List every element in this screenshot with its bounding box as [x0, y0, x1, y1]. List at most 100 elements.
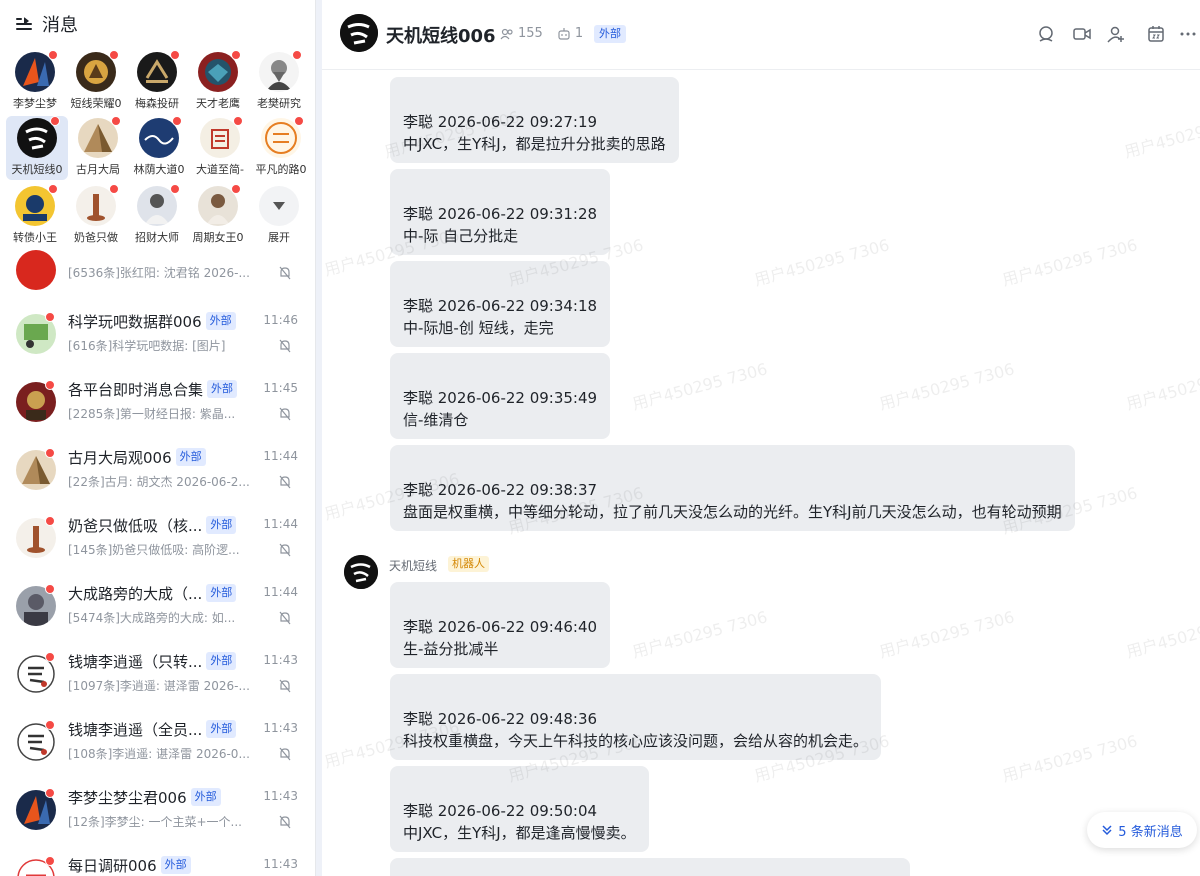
message-text: 盘面是权重横，中等细分轮动，拉了前几天没怎么动的光纤。生Y科J前几天没怎么动，也… — [403, 503, 1062, 521]
pinned-group[interactable]: 奶爸只做 — [65, 184, 127, 248]
pinned-group-label: 转债小王 — [13, 231, 57, 244]
add-member-button[interactable] — [1104, 22, 1128, 46]
chat-time: 11:43 — [263, 789, 298, 803]
pinned-group[interactable]: 平凡的路0 — [250, 116, 312, 180]
bot-count[interactable]: 1 — [557, 26, 583, 41]
pinned-group-label: 梅森投研 — [135, 97, 179, 110]
search-button[interactable] — [1034, 22, 1058, 46]
unread-badge — [45, 448, 55, 458]
pinned-group[interactable]: 李梦尘梦 — [4, 50, 66, 114]
external-tag: 外部 — [206, 516, 237, 534]
pinned-group[interactable]: 招财大师 — [126, 184, 188, 248]
pinned-group[interactable]: 林荫大道0 — [128, 116, 190, 180]
unread-badge — [170, 50, 180, 60]
unread-badge — [48, 184, 58, 194]
pinned-group[interactable]: 古月大局 — [67, 116, 129, 180]
unread-badge — [45, 788, 55, 798]
pinned-group-label: 大道至简- — [196, 163, 244, 176]
mute-icon — [279, 339, 291, 353]
message-text: 中-际 自己分批走 — [403, 227, 519, 245]
pinned-group[interactable]: 老樊研究 — [248, 50, 310, 114]
chat-list-item[interactable]: 李梦尘梦尘君006 外部 11:43 [12条]李梦尘: 一个主菜+一个... — [0, 778, 315, 846]
chat-list-item[interactable]: 科学玩吧数据群006 外部 11:46 [616条]科学玩吧数据: [图片] — [0, 302, 315, 370]
unread-badge — [45, 516, 55, 526]
chat-avatar[interactable] — [340, 14, 378, 52]
pinned-group-label: 周期女王0 — [192, 231, 244, 244]
message-list[interactable]: 用户450295 7306 用户450295 7306 用户450295 730… — [322, 71, 1200, 876]
pinned-group[interactable]: 天才老鹰 — [187, 50, 249, 114]
pinned-group-label: 平凡的路0 — [255, 163, 307, 176]
pinned-group-active[interactable]: 天机短线0 — [6, 116, 68, 180]
expand-pinned-button[interactable]: 展开 — [248, 184, 310, 248]
message-bubble[interactable]: 李聪 2026-06-22 09:46:40 生-益分批减半 — [390, 582, 611, 668]
new-messages-button[interactable]: 5 条新消息 — [1087, 812, 1197, 848]
new-messages-label: 5 条新消息 — [1118, 824, 1183, 840]
chat-time: 11:44 — [263, 449, 298, 463]
chat-preview: [2285条]第一财经日报: 紫晶... — [68, 407, 236, 421]
sidebar-header: 消息 — [0, 0, 315, 48]
pinned-group[interactable]: 大道至简- — [189, 116, 251, 180]
message-timestamp: 李聪 2026-06-22 09:34:18 — [403, 297, 598, 315]
message-text: 中JXC，生Y科J，都是拉升分批卖的思路 — [403, 135, 666, 153]
message-bubble[interactable]: 李聪 2026-06-22 09:50:04 中JXC，生Y科J，都是逢高慢慢卖… — [390, 766, 649, 852]
mute-icon — [279, 611, 291, 625]
message-bubble[interactable]: 李聪 2026-06-22 09:38:37 盘面是权重横，中等细分轮动，拉了前… — [390, 445, 1075, 531]
unread-badge — [50, 116, 60, 126]
video-call-button[interactable] — [1070, 22, 1094, 46]
chat-list-item[interactable]: 每日调研006 外部 11:43 — [0, 846, 315, 876]
pinned-group[interactable]: 周期女王0 — [187, 184, 249, 248]
chat-list-item[interactable]: 钱塘李逍遥（只转... 外部 11:43 [1097条]李逍遥: 谌泽雷 202… — [0, 642, 315, 710]
unread-badge — [45, 652, 55, 662]
chat-preview: [5474条]大成路旁的大成: 如... — [68, 611, 236, 625]
pinned-group-label: 天才老鹰 — [196, 97, 240, 110]
message-text: 科技权重横盘，今天上午科技的核心应该没问题，会给从容的机会走。 — [403, 732, 869, 750]
calendar-button[interactable] — [1144, 22, 1168, 46]
sender-name[interactable]: 天机短线 — [389, 557, 437, 574]
external-tag: 外部 — [205, 312, 236, 330]
pinned-group[interactable]: 短线荣耀0 — [65, 50, 127, 114]
chat-list-item[interactable]: 大成路旁的大成（... 外部 11:44 [5474条]大成路旁的大成: 如..… — [0, 574, 315, 642]
member-count[interactable]: 155 — [500, 26, 543, 41]
chat-title[interactable]: 天机短线006 — [386, 22, 496, 48]
chat-preview: [6536条]张红阳: 沈君铭 2026-... — [68, 266, 250, 280]
chat-avatar — [16, 250, 56, 290]
chat-list-item[interactable]: 各平台即时消息合集 外部 11:45 [2285条]第一财经日报: 紫晶... — [0, 370, 315, 438]
message-bubble[interactable]: 李聪 2026-06-22 09:27:19 中JXC，生Y科J，都是拉升分批卖… — [390, 77, 679, 163]
message-bubble[interactable]: 李聪 2026-06-22 09:35:49 信-维清仓 — [390, 353, 611, 439]
watermark: 用户450295 7306 — [1122, 107, 1200, 162]
message-text: 中JXC，生Y科J，都是逢高慢慢卖。 — [403, 824, 636, 842]
external-tag: 外部 — [175, 448, 206, 466]
sidebar-title: 消息 — [42, 15, 78, 36]
chat-preview: [145条]奶爸只做低吸: 高阶逻... — [68, 543, 240, 557]
unread-badge — [45, 380, 55, 390]
chat-name: 奶爸只做低吸（核... — [68, 516, 203, 535]
chat-list-item[interactable]: 古月大局观006 外部 11:44 [22条]古月: 胡文杰 2026-06-2… — [0, 438, 315, 506]
message-timestamp: 李聪 2026-06-22 09:27:19 — [403, 113, 598, 131]
unread-badge — [45, 584, 55, 594]
chat-list-item[interactable]: 奶爸只做低吸（核... 外部 11:44 [145条]奶爸只做低吸: 高阶逻..… — [0, 506, 315, 574]
chat-preview: [1097条]李逍遥: 谌泽雷 2026-... — [68, 679, 250, 693]
pinned-group-label: 招财大师 — [135, 231, 179, 244]
watermark: 用户450295 7306 — [752, 235, 892, 290]
external-tag: 外部 — [594, 25, 626, 43]
message-bubble[interactable]: 李聪 2026-06-22 09:34:18 中-际旭-创 短线，走完 — [390, 261, 611, 347]
unread-badge — [170, 184, 180, 194]
chat-list-item[interactable]: 钱塘李逍遥（全员... 外部 11:43 [108条]李逍遥: 谌泽雷 2026… — [0, 710, 315, 778]
message-bubble[interactable]: 李聪 2026-06-22 09:48:36 科技权重横盘，今天上午科技的核心应… — [390, 674, 882, 760]
add-user-icon — [1107, 26, 1124, 43]
chat-name: 科学玩吧数据群006 — [68, 312, 202, 331]
pinned-group[interactable]: 转债小王 — [4, 184, 66, 248]
unread-badge — [294, 116, 304, 126]
chat-meta: 155 1 — [500, 26, 597, 41]
sender-avatar[interactable] — [344, 555, 378, 589]
unread-badge — [45, 312, 55, 322]
pinned-group[interactable]: 梅森投研 — [126, 50, 188, 114]
external-tag: 外部 — [206, 652, 237, 670]
more-button[interactable] — [1176, 22, 1200, 46]
message-bubble-partial[interactable] — [390, 858, 910, 876]
sidebar-collapse-icon[interactable] — [16, 17, 32, 31]
message-bubble[interactable]: 李聪 2026-06-22 09:31:28 中-际 自己分批走 — [390, 169, 611, 255]
external-tag: 外部 — [207, 380, 238, 398]
chat-header: 天机短线006 155 1 外部 — [322, 0, 1200, 70]
external-tag: 外部 — [160, 856, 191, 874]
